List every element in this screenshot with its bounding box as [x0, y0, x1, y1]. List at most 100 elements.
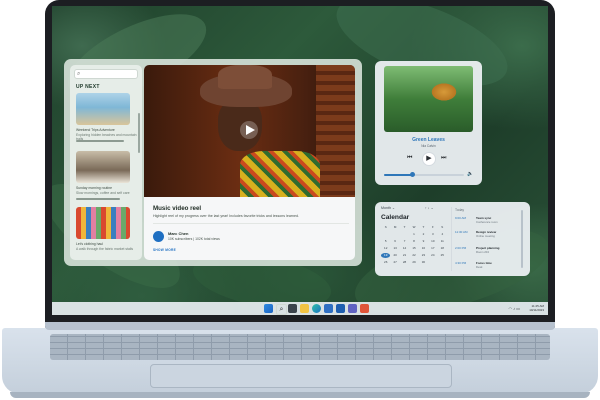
calendar-day[interactable]: 25 — [438, 253, 447, 258]
video-subject-shirt — [240, 151, 320, 197]
sidebar-scrollbar[interactable] — [138, 113, 140, 153]
weekday-header: F — [431, 225, 434, 229]
up-next-item-desc: Slow mornings, coffee and self care — [76, 191, 130, 195]
calendar-day[interactable]: 9 — [419, 239, 428, 244]
file-explorer-icon[interactable] — [300, 304, 309, 313]
calendar-day[interactable]: 30 — [419, 260, 428, 265]
video-frame[interactable] — [144, 65, 355, 197]
calendar-day[interactable]: 19 — [381, 253, 391, 258]
calendar-day[interactable]: 29 — [409, 260, 418, 265]
text-line — [76, 198, 120, 200]
calendar-month-grid: S M T W T F S 1 2 3 4 5 6 7 8 9 10 11 12 13 14 15 16 17 18 19 20 21… — [381, 225, 447, 265]
calendar-day[interactable]: 2 — [419, 232, 428, 237]
calendar-day[interactable]: 4 — [438, 232, 447, 237]
previous-icon[interactable]: ⏮ — [407, 154, 412, 162]
photos-icon[interactable] — [360, 304, 369, 313]
track-artist: Nia Calvin — [421, 144, 436, 148]
calendar-widget: Month ⌄ ↑ ↓ ⌄ Calendar SMTWTFS1234567891… — [375, 202, 530, 276]
video-backdrop-frame — [316, 65, 355, 197]
music-widget: Green Leaves Nia Calvin ⏮ ▶ ⏭ 🔈 — [375, 61, 482, 185]
agenda-day-label: Today — [455, 208, 465, 212]
volume-icon[interactable]: 🔈 — [467, 171, 473, 177]
up-next-thumbnail[interactable] — [76, 93, 130, 125]
calendar-day[interactable]: 23 — [419, 253, 428, 258]
calendar-day[interactable]: 10 — [428, 239, 437, 244]
calendar-day[interactable]: 21 — [400, 253, 409, 258]
up-next-thumbnail[interactable] — [76, 207, 130, 239]
video-subject-hat-crown — [218, 65, 272, 89]
edge-browser-icon[interactable] — [312, 304, 321, 313]
up-next-item-title[interactable]: Sunday morning routine — [76, 186, 112, 190]
show-more-link[interactable]: SHOW MORE — [153, 248, 176, 252]
windows-start-icon[interactable] — [264, 304, 273, 313]
event-location: Conference room — [476, 220, 498, 224]
event-time: 11:30 AM — [455, 230, 468, 234]
play-icon[interactable] — [240, 121, 258, 139]
track-progress-handle[interactable] — [409, 172, 415, 177]
weekday-header: S — [384, 225, 387, 229]
calendar-day — [381, 232, 390, 237]
calendar-day[interactable]: 13 — [390, 246, 399, 251]
calendar-day — [400, 232, 409, 237]
calendar-day — [390, 232, 399, 237]
calendar-day[interactable]: 28 — [400, 260, 409, 265]
calendar-nav-icons[interactable]: ↑ ↓ ⌄ — [425, 206, 434, 210]
calendar-day[interactable]: 11 — [438, 239, 447, 244]
taskbar: ⌕ ◠ ♪ ▭ 11:25 AM 10/11/2023 — [52, 302, 548, 315]
month-selector[interactable]: Month ⌄ — [381, 206, 395, 210]
calendar-day[interactable]: 27 — [390, 260, 399, 265]
calendar-day[interactable]: 18 — [438, 246, 447, 251]
video-description: Highlight reel of my progress over the l… — [153, 214, 300, 218]
up-next-heading: UP NEXT — [76, 84, 100, 90]
play-icon[interactable]: ▶ — [422, 152, 436, 166]
video-title: Music video reel — [153, 205, 202, 212]
task-view-icon[interactable] — [288, 304, 297, 313]
calendar-day[interactable]: 20 — [390, 253, 399, 258]
system-tray-icons[interactable]: ◠ ♪ ▭ — [509, 306, 521, 311]
calendar-day[interactable]: 12 — [381, 246, 390, 251]
calendar-day[interactable]: 5 — [381, 239, 390, 244]
video-player-card: Music video reel Highlight reel of my pr… — [144, 65, 355, 260]
keyboard — [50, 334, 550, 360]
calendar-day[interactable]: 7 — [400, 239, 409, 244]
calendar-day[interactable]: 26 — [381, 260, 390, 265]
calendar-day[interactable]: 3 — [428, 232, 437, 237]
calendar-day[interactable]: 6 — [390, 239, 399, 244]
event-time: 4:30 PM — [455, 261, 467, 265]
up-next-item-title[interactable]: Weekend Trips Adventure — [76, 128, 115, 132]
weekday-header: T — [403, 225, 406, 229]
calendar-day[interactable]: 1 — [409, 232, 418, 237]
channel-name[interactable]: Marc Chen — [168, 231, 188, 236]
calendar-day[interactable]: 16 — [419, 246, 428, 251]
calendar-day[interactable]: 15 — [409, 246, 418, 251]
calendar-day[interactable]: 8 — [409, 239, 418, 244]
calendar-day[interactable]: 14 — [400, 246, 409, 251]
weekday-header: T — [422, 225, 425, 229]
channel-avatar[interactable] — [153, 231, 164, 242]
store-icon[interactable] — [324, 304, 333, 313]
up-next-thumbnail[interactable] — [76, 151, 130, 183]
track-progress-bar[interactable] — [384, 174, 464, 176]
divider — [153, 223, 349, 224]
calendar-day[interactable]: 22 — [409, 253, 418, 258]
next-icon[interactable]: ⏭ — [441, 154, 446, 162]
text-line — [76, 140, 124, 142]
album-cover — [384, 66, 473, 132]
calendar-day[interactable]: 17 — [428, 246, 437, 251]
laptop-hinge — [45, 322, 555, 330]
laptop-base — [0, 322, 600, 400]
mail-icon[interactable] — [336, 304, 345, 313]
clock-date: 10/11/2023 — [529, 308, 544, 313]
event-location: Room 204 — [476, 250, 489, 254]
event-time: 9:00 AM — [455, 216, 467, 220]
search-icon[interactable]: ⌕ — [276, 304, 287, 315]
track-progress-fill — [384, 174, 412, 176]
divider — [451, 207, 452, 271]
calendar-day[interactable]: 24 — [428, 253, 437, 258]
system-clock[interactable]: 11:25 AM 10/11/2023 — [529, 304, 544, 312]
calendar-title: Calendar — [381, 214, 410, 221]
up-next-item-title[interactable]: Let's clothing haul — [76, 242, 103, 246]
teams-icon[interactable] — [348, 304, 357, 313]
search-input[interactable]: ⌕ — [74, 69, 138, 79]
agenda-scrollbar[interactable] — [521, 210, 523, 268]
